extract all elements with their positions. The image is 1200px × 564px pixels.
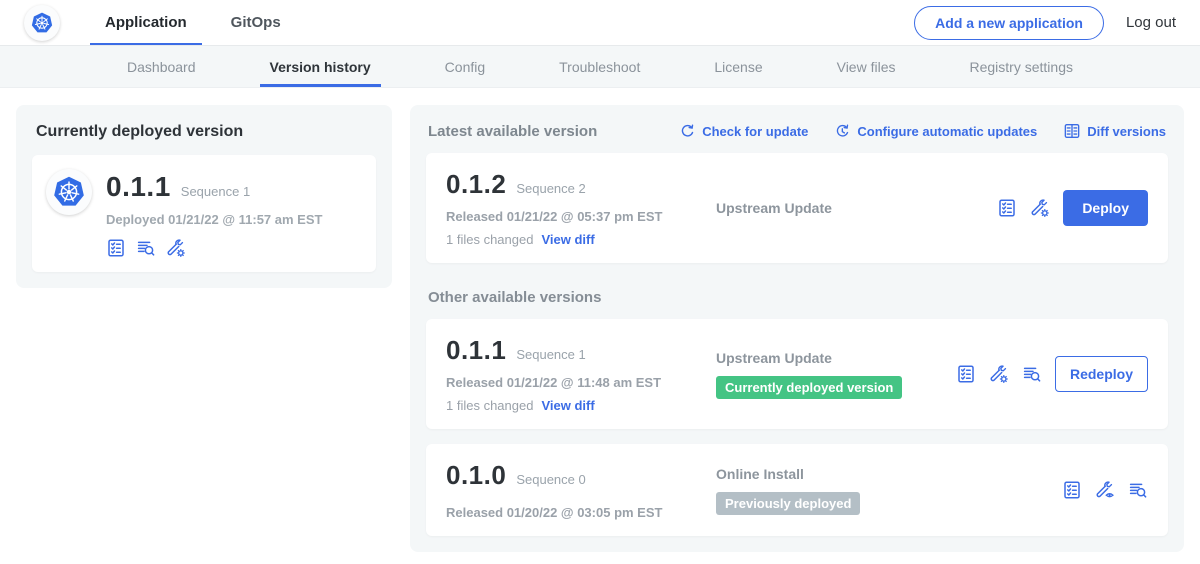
subnav-tab-dashboard[interactable]: Dashboard — [117, 46, 206, 87]
logs-magnifier-icon[interactable] — [1022, 364, 1042, 384]
diff-table-icon — [1063, 122, 1081, 140]
logs-magnifier-icon[interactable] — [136, 238, 156, 258]
diff-versions-link[interactable]: Diff versions — [1063, 122, 1166, 140]
tab-application[interactable]: Application — [90, 0, 202, 45]
files-changed-label: 1 files changed — [446, 398, 533, 413]
config-wrench-gear-icon[interactable] — [1030, 198, 1050, 218]
configure-automatic-updates-link[interactable]: Configure automatic updates — [834, 123, 1037, 140]
config-wrench-gear-icon[interactable] — [989, 364, 1009, 384]
config-wrench-eye-icon[interactable] — [1095, 480, 1115, 500]
subnav-tab-config[interactable]: Config — [435, 46, 495, 87]
subnav-tab-troubleshoot[interactable]: Troubleshoot — [549, 46, 650, 87]
subnav-tab-license[interactable]: License — [704, 46, 772, 87]
deployed-sequence-label: Sequence 1 — [181, 184, 250, 199]
kubernetes-logo-icon — [46, 169, 92, 215]
version-row-0-1-0: 0.1.0 Sequence 0 Released 01/20/22 @ 03:… — [426, 444, 1168, 536]
preflight-checklist-icon[interactable] — [106, 238, 126, 258]
deployed-panel-title: Currently deployed version — [36, 123, 376, 141]
currently-deployed-panel: Currently deployed version 0.1.1 Sequenc… — [16, 105, 392, 288]
latest-version-title: Latest available version — [428, 123, 597, 140]
version-number: 0.1.1 — [446, 335, 506, 366]
tab-gitops[interactable]: GitOps — [216, 0, 296, 45]
other-versions-title: Other available versions — [428, 289, 1166, 306]
refresh-icon — [679, 123, 696, 140]
deployed-timestamp: Deployed 01/21/22 @ 11:57 am EST — [106, 212, 322, 227]
app-logo[interactable] — [24, 0, 60, 45]
version-source: Upstream Update — [716, 350, 956, 366]
config-wrench-gear-icon[interactable] — [166, 238, 186, 258]
currently-deployed-badge: Currently deployed version — [716, 376, 902, 399]
diff-versions-label: Diff versions — [1087, 124, 1166, 139]
check-for-update-label: Check for update — [702, 124, 808, 139]
add-application-button[interactable]: Add a new application — [914, 6, 1104, 40]
kubernetes-logo-icon — [24, 5, 60, 41]
version-row-0-1-2: 0.1.2 Sequence 2 Released 01/21/22 @ 05:… — [426, 153, 1168, 263]
preflight-checklist-icon[interactable] — [997, 198, 1017, 218]
sequence-label: Sequence 1 — [516, 347, 585, 362]
previously-deployed-badge: Previously deployed — [716, 492, 860, 515]
released-timestamp: Released 01/21/22 @ 05:37 pm EST — [446, 209, 696, 224]
sequence-label: Sequence 2 — [516, 181, 585, 196]
check-for-update-link[interactable]: Check for update — [679, 123, 808, 140]
subnav-tab-version-history[interactable]: Version history — [260, 46, 381, 87]
preflight-checklist-icon[interactable] — [956, 364, 976, 384]
released-timestamp: Released 01/20/22 @ 03:05 pm EST — [446, 505, 696, 520]
sequence-label: Sequence 0 — [516, 472, 585, 487]
version-row-0-1-1: 0.1.1 Sequence 1 Released 01/21/22 @ 11:… — [426, 319, 1168, 429]
files-changed-label: 1 files changed — [446, 232, 533, 247]
preflight-checklist-icon[interactable] — [1062, 480, 1082, 500]
version-history-panel: Latest available version Check for updat… — [410, 105, 1184, 552]
subnav-tab-view-files[interactable]: View files — [827, 46, 906, 87]
deployed-version-card: 0.1.1 Sequence 1 Deployed 01/21/22 @ 11:… — [32, 155, 376, 272]
redeploy-button[interactable]: Redeploy — [1055, 356, 1148, 392]
version-source: Upstream Update — [716, 200, 997, 216]
version-number: 0.1.0 — [446, 460, 506, 491]
clock-refresh-icon — [834, 123, 851, 140]
logs-magnifier-icon[interactable] — [1128, 480, 1148, 500]
released-timestamp: Released 01/21/22 @ 11:48 am EST — [446, 375, 696, 390]
version-number: 0.1.2 — [446, 169, 506, 200]
view-diff-link[interactable]: View diff — [541, 398, 594, 413]
main-content: Currently deployed version 0.1.1 Sequenc… — [0, 88, 1200, 564]
logout-button[interactable]: Log out — [1126, 14, 1176, 31]
configure-automatic-updates-label: Configure automatic updates — [857, 124, 1037, 139]
view-diff-link[interactable]: View diff — [541, 232, 594, 247]
version-source: Online Install — [716, 466, 1062, 482]
deployed-version-number: 0.1.1 — [106, 171, 171, 203]
top-header: Application GitOps Add a new application… — [0, 0, 1200, 46]
deploy-button[interactable]: Deploy — [1063, 190, 1148, 226]
subnav-tab-registry-settings[interactable]: Registry settings — [960, 46, 1083, 87]
app-subnav: Dashboard Version history Config Trouble… — [0, 46, 1200, 88]
